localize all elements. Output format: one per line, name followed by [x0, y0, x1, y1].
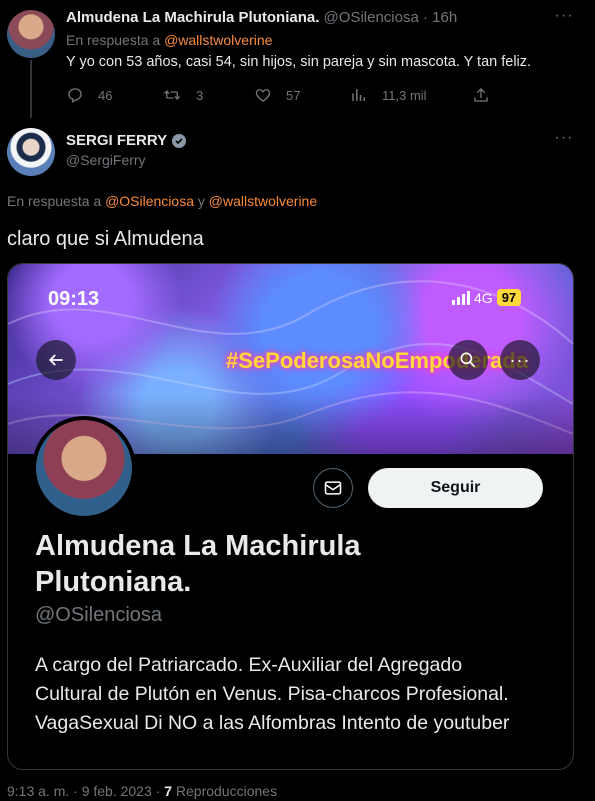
reply-stat[interactable]: 46: [66, 86, 112, 104]
retweet-stat[interactable]: 3: [162, 86, 203, 104]
reply-prefix: En respuesta a: [66, 32, 161, 48]
tweet-meta: 9:13 a. m. · 9 feb. 2023 · 7 Reproduccio…: [7, 783, 277, 799]
author-handle[interactable]: @SergiFerry: [66, 152, 146, 168]
follow-button[interactable]: Seguir: [368, 468, 543, 508]
signal-icon: [452, 290, 470, 305]
status-time: 09:13: [48, 288, 100, 310]
search-icon: [460, 352, 476, 368]
profile-handle: @OSilenciosa: [35, 604, 163, 626]
views-count: 7: [164, 783, 172, 799]
views-stat[interactable]: 11,3 mil: [350, 86, 427, 104]
reply-and: y: [197, 193, 205, 209]
tweet-text: Y yo con 53 años, casi 54, sin hijos, si…: [66, 54, 532, 70]
more-icon[interactable]: ···: [554, 129, 574, 146]
profile-bio: A cargo del Patriarcado. Ex-Auxiliar del…: [35, 654, 510, 734]
thread-line: [30, 60, 32, 118]
network-label: 4G: [474, 289, 493, 306]
heart-icon: [255, 89, 271, 102]
mail-icon: [324, 481, 342, 495]
status-bar: 4G 97: [452, 289, 522, 306]
message-button[interactable]: [313, 468, 353, 508]
profile-name: Almudena La Machirula Plutoniana.: [35, 530, 361, 598]
parent-tweet[interactable]: Almudena La Machirula Plutoniana. @OSile…: [0, 0, 595, 118]
reply-mention[interactable]: @OSilenciosa: [105, 193, 194, 209]
views-label: Reproducciones: [175, 783, 278, 799]
share-icon[interactable]: [472, 86, 490, 104]
reply-icon: [68, 88, 82, 103]
arrow-left-icon: [48, 354, 63, 366]
avatar[interactable]: [7, 10, 55, 58]
like-stat[interactable]: 57: [254, 86, 300, 104]
author-name[interactable]: Almudena La Machirula Plutoniana.: [66, 9, 319, 26]
views-icon: [352, 89, 365, 101]
tweet-image[interactable]: 09:13 4G 97 #SePoderosaNoEmpoderada ··· …: [7, 263, 574, 770]
back-button[interactable]: [36, 340, 76, 380]
tweet-text: claro que si Almudena: [7, 228, 204, 250]
handle-time[interactable]: @OSilenciosa · 16h: [324, 9, 458, 26]
retweet-icon: [164, 89, 180, 101]
more-button[interactable]: ···: [500, 340, 540, 380]
profile-avatar[interactable]: [32, 416, 136, 520]
reply-mention[interactable]: @wallstwolverine: [164, 32, 272, 48]
reply-prefix: En respuesta a: [7, 193, 102, 209]
avatar[interactable]: [7, 128, 55, 176]
battery-badge: 97: [496, 289, 522, 306]
more-icon: ···: [509, 349, 531, 370]
time-date[interactable]: 9:13 a. m. · 9 feb. 2023 ·: [7, 783, 160, 799]
search-button[interactable]: [448, 340, 488, 380]
verified-icon: [172, 133, 187, 148]
author-name[interactable]: SERGI FERRY: [66, 132, 167, 149]
reply-mention[interactable]: @wallstwolverine: [209, 193, 317, 209]
more-icon[interactable]: ···: [554, 7, 574, 24]
